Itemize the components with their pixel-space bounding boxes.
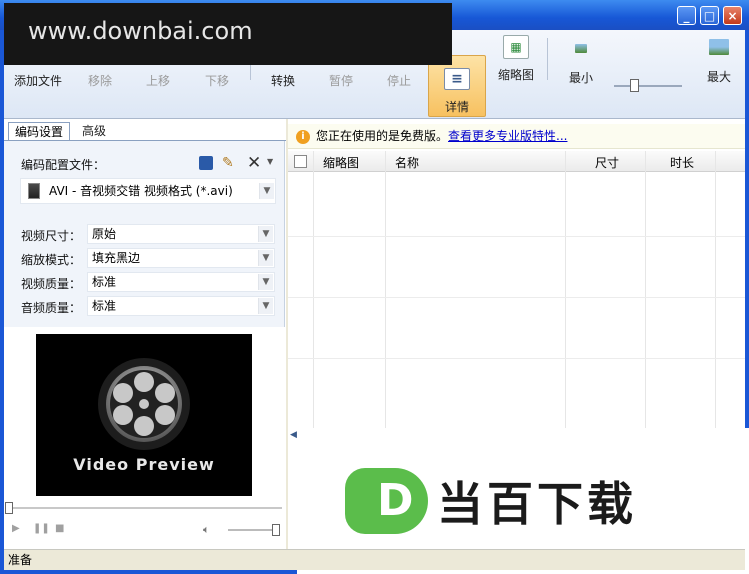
thumbnail-label: 缩略图: [497, 68, 534, 82]
scale-mode-value: 填充黑边: [92, 251, 141, 265]
zoom-max-button[interactable]: 最大: [690, 32, 748, 88]
move-down-label: 下移: [204, 74, 229, 88]
add-file-label: 添加文件: [13, 74, 62, 88]
film-icon: [28, 183, 40, 199]
chevron-down-icon[interactable]: ▼: [267, 157, 273, 166]
small-image-icon: [575, 44, 587, 53]
column-size[interactable]: 尺寸: [595, 154, 619, 171]
file-list-header: 缩略图 名称 尺寸 时长: [288, 151, 745, 172]
tab-advanced[interactable]: 高级: [76, 122, 112, 140]
profile-select[interactable]: AVI - 音视频交错 视频格式 (*.avi) ▼: [20, 178, 276, 204]
volume-slider-thumb[interactable]: [272, 524, 280, 536]
chevron-left-icon[interactable]: ◀: [290, 430, 297, 440]
zoom-min-button[interactable]: 最小: [552, 32, 610, 88]
profile-label: 编码配置文件：: [21, 158, 106, 172]
info-icon: i: [296, 129, 310, 144]
video-size-value: 原始: [92, 227, 117, 241]
zoom-min-label: 最小: [568, 71, 593, 85]
delete-icon[interactable]: ✕: [247, 153, 261, 173]
thumbnail-view-button[interactable]: ▦ 缩略图: [487, 32, 545, 88]
edit-icon[interactable]: ✎: [222, 155, 234, 171]
scale-mode-select[interactable]: 填充黑边 ▼: [87, 248, 275, 268]
grid-line: [715, 151, 716, 431]
play-icon[interactable]: ▶: [12, 523, 20, 534]
minimize-button[interactable]: _: [677, 6, 696, 25]
audio-quality-select[interactable]: 标准 ▼: [87, 296, 275, 316]
pause-label: 暂停: [328, 74, 353, 88]
upgrade-link[interactable]: 查看更多专业版特性...: [448, 129, 567, 143]
chevron-down-icon: ▼: [258, 250, 273, 266]
convert-label: 转换: [270, 74, 295, 88]
video-quality-value: 标准: [92, 275, 117, 289]
tab-encode-settings[interactable]: 编码设置: [8, 122, 71, 141]
stop-label: 停止: [386, 74, 411, 88]
grid-line: [313, 151, 314, 431]
large-image-icon: [709, 39, 729, 55]
remove-label: 移除: [87, 74, 112, 88]
column-duration[interactable]: 时长: [670, 154, 694, 171]
maximize-button[interactable]: □: [700, 6, 719, 25]
volume-icon[interactable]: 🔈︎: [203, 523, 210, 537]
chevron-down-icon: ▼: [258, 226, 273, 242]
stop-small-icon[interactable]: ■: [55, 523, 64, 534]
pause-small-icon[interactable]: ❚❚: [33, 523, 50, 534]
column-name[interactable]: 名称: [395, 154, 419, 171]
seek-slider-thumb[interactable]: [5, 502, 13, 514]
move-up-label: 上移: [145, 74, 170, 88]
chevron-down-icon: ▼: [258, 274, 273, 290]
video-size-select[interactable]: 原始 ▼: [87, 224, 275, 244]
status-bar: 准备: [4, 549, 745, 570]
toolbar-separator: [547, 38, 548, 80]
detail-label: 详情: [444, 100, 469, 114]
grid-view-icon: ▦: [503, 35, 529, 59]
video-preview-caption: Video Preview: [73, 455, 215, 474]
zoom-slider-track[interactable]: [614, 85, 682, 87]
scale-mode-label: 缩放模式：: [21, 253, 82, 267]
watermark-banner: www.downbai.com: [4, 3, 452, 65]
audio-quality-value: 标准: [92, 299, 117, 313]
close-button[interactable]: ×: [723, 6, 742, 25]
video-quality-select[interactable]: 标准 ▼: [87, 272, 275, 292]
video-size-label: 视频尺寸：: [21, 229, 82, 243]
grid-line: [645, 151, 646, 431]
chevron-down-icon: ▼: [258, 298, 273, 314]
list-view-icon: ≡: [444, 68, 470, 90]
video-quality-label: 视频质量：: [21, 277, 82, 291]
grid-line: [288, 236, 745, 237]
zoom-slider-thumb[interactable]: [630, 79, 639, 92]
profile-value: AVI - 音视频交错 视频格式 (*.avi): [49, 184, 233, 198]
grid-line: [288, 358, 745, 359]
zoom-max-label: 最大: [706, 70, 731, 84]
seek-slider-track[interactable]: [6, 507, 282, 509]
grid-line: [565, 151, 566, 431]
grid-line: [385, 151, 386, 431]
chevron-down-icon: ▼: [259, 183, 274, 199]
notice-text: 您正在使用的是免费版。: [316, 129, 449, 143]
notice-bar: i 您正在使用的是免费版。查看更多专业版特性...: [288, 124, 745, 149]
column-thumbnail[interactable]: 缩略图: [323, 154, 359, 171]
logo-letter: D: [377, 475, 414, 526]
save-icon[interactable]: [199, 156, 213, 170]
logo-text: 当百下载: [437, 477, 637, 531]
grid-line: [288, 297, 745, 298]
audio-quality-label: 音频质量：: [21, 301, 82, 315]
select-all-checkbox[interactable]: [294, 155, 307, 168]
